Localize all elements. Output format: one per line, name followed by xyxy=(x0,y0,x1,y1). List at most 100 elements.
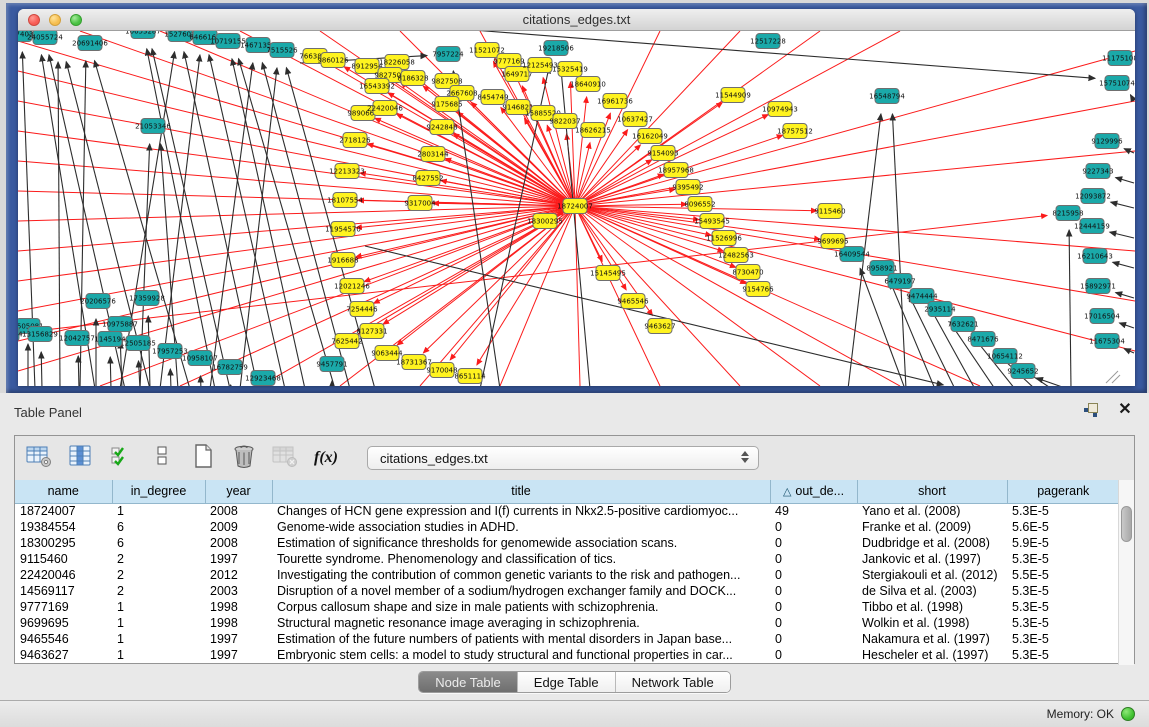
graph-node[interactable]: 12444159 xyxy=(1074,219,1110,234)
graph-node[interactable]: 12517228 xyxy=(750,34,786,49)
graph-node[interactable]: 9227343 xyxy=(1082,164,1113,179)
column-header-name[interactable]: name xyxy=(15,480,112,503)
graph-node[interactable]: 2718126 xyxy=(339,133,371,148)
table-cell-out_degree[interactable]: 0 xyxy=(770,631,857,647)
graph-node[interactable]: 15892971 xyxy=(1080,279,1116,294)
table-cell-title[interactable]: Structural magnetic resonance image aver… xyxy=(272,615,770,631)
show-columns-button[interactable] xyxy=(66,444,94,472)
graph-node[interactable]: 11544909 xyxy=(715,88,751,103)
table-cell-name[interactable]: 18724007 xyxy=(15,503,112,519)
graph-node[interactable]: 9860126 xyxy=(317,53,349,68)
table-selector-dropdown[interactable]: citations_edges.txt xyxy=(367,446,759,470)
table-cell-year[interactable]: 2009 xyxy=(205,519,272,535)
network-canvas[interactable]: 1667403724055724206914061065328715276026… xyxy=(18,31,1135,386)
graph-node[interactable]: 12042757 xyxy=(59,331,95,346)
graph-node[interactable]: 16961736 xyxy=(597,94,633,109)
table-cell-out_degree[interactable]: 49 xyxy=(770,503,857,519)
table-cell-in_degree[interactable]: 1 xyxy=(112,599,205,615)
table-cell-pagerank[interactable]: 5.3E-5 xyxy=(1007,503,1119,519)
graph-node[interactable]: 1145194 xyxy=(94,332,126,347)
graph-node[interactable]: 15145495 xyxy=(590,266,626,281)
graph-node[interactable]: 9245652 xyxy=(1007,364,1038,379)
table-cell-in_degree[interactable]: 1 xyxy=(112,647,205,663)
graph-node[interactable]: 17016504 xyxy=(1084,309,1120,324)
table-cell-in_degree[interactable]: 2 xyxy=(112,583,205,599)
column-header-year[interactable]: year xyxy=(205,480,272,503)
graph-node[interactable]: 8730470 xyxy=(732,265,763,280)
graph-node[interactable]: 9170048 xyxy=(426,363,457,378)
table-cell-name[interactable]: 14569117 xyxy=(15,583,112,599)
graph-node[interactable]: 10653287 xyxy=(125,31,161,39)
graph-node[interactable]: 9465546 xyxy=(617,294,649,309)
graph-node[interactable]: 9129996 xyxy=(1091,134,1123,149)
graph-node[interactable]: 11526996 xyxy=(706,231,742,246)
table-cell-short[interactable]: Franke et al. (2009) xyxy=(857,519,1007,535)
table-cell-title[interactable]: Changes of HCN gene expression and I(f) … xyxy=(272,503,770,519)
graph-node[interactable]: 9457791 xyxy=(316,357,347,372)
table-cell-pagerank[interactable]: 5.3E-5 xyxy=(1007,615,1119,631)
graph-node[interactable]: 15751074 xyxy=(1099,76,1135,91)
table-cell-year[interactable]: 1998 xyxy=(205,615,272,631)
table-cell-year[interactable]: 2012 xyxy=(205,567,272,583)
memory-indicator[interactable] xyxy=(1121,707,1135,721)
window-title-bar[interactable]: citations_edges.txt xyxy=(18,9,1135,31)
graph-node[interactable]: 8471676 xyxy=(967,332,999,347)
column-header-out_degree[interactable]: △out_de... xyxy=(770,480,857,503)
graph-node[interactable]: 12923468 xyxy=(245,371,281,386)
table-row[interactable]: 969969511998Structural magnetic resonanc… xyxy=(15,615,1119,631)
column-header-title[interactable]: title xyxy=(272,480,770,503)
table-cell-out_degree[interactable]: 0 xyxy=(770,567,857,583)
table-row[interactable]: 946362711997Embryonic stem cells: a mode… xyxy=(15,647,1119,663)
table-cell-year[interactable]: 2008 xyxy=(205,535,272,551)
table-cell-short[interactable]: Dudbridge et al. (2008) xyxy=(857,535,1007,551)
table-cell-pagerank[interactable]: 5.3E-5 xyxy=(1007,631,1119,647)
table-cell-title[interactable]: Estimation of the future numbers of pati… xyxy=(272,631,770,647)
table-cell-year[interactable]: 1997 xyxy=(205,647,272,663)
graph-node[interactable]: 9699695 xyxy=(817,234,848,249)
tab-edge-table[interactable]: Edge Table xyxy=(518,672,616,692)
table-cell-pagerank[interactable]: 5.5E-5 xyxy=(1007,567,1119,583)
table-cell-name[interactable]: 22420046 xyxy=(15,567,112,583)
new-table-button[interactable] xyxy=(189,444,217,472)
table-cell-short[interactable]: Jankovic et al. (1997) xyxy=(857,551,1007,567)
graph-node[interactable]: 24055724 xyxy=(27,31,63,45)
graph-node[interactable]: 8454749 xyxy=(477,90,508,105)
column-header-in_degree[interactable]: in_degree xyxy=(112,480,205,503)
table-mode-button[interactable] xyxy=(25,444,53,472)
table-cell-out_degree[interactable]: 0 xyxy=(770,583,857,599)
scrollbar-thumb[interactable] xyxy=(1121,506,1132,542)
table-cell-short[interactable]: Nakamura et al. (1997) xyxy=(857,631,1007,647)
table-row[interactable]: 1830029562008Estimation of significance … xyxy=(15,535,1119,551)
graph-node[interactable]: 12093872 xyxy=(1075,189,1111,204)
graph-node[interactable]: 11175108 xyxy=(1102,51,1135,66)
graph-node[interactable]: 9395492 xyxy=(672,180,703,195)
graph-node[interactable]: 7625442 xyxy=(331,334,362,349)
table-cell-pagerank[interactable]: 5.3E-5 xyxy=(1007,599,1119,615)
table-cell-name[interactable]: 19384554 xyxy=(15,519,112,535)
graph-node[interactable]: 8651114 xyxy=(454,369,486,384)
delete-table-button[interactable] xyxy=(230,444,258,472)
table-cell-in_degree[interactable]: 6 xyxy=(112,519,205,535)
tab-network-table[interactable]: Network Table xyxy=(616,672,730,692)
table-cell-pagerank[interactable]: 5.3E-5 xyxy=(1007,583,1119,599)
table-cell-in_degree[interactable]: 2 xyxy=(112,567,205,583)
graph-node[interactable]: 9317004 xyxy=(404,196,436,211)
graph-node[interactable]: 11675304 xyxy=(1089,334,1125,349)
table-cell-name[interactable]: 9777169 xyxy=(15,599,112,615)
table-row[interactable]: 1938455462009Genome-wide association stu… xyxy=(15,519,1119,535)
graph-node[interactable]: 17359928 xyxy=(129,291,165,306)
table-cell-name[interactable]: 18300295 xyxy=(15,535,112,551)
graph-node[interactable]: 10637427 xyxy=(617,112,653,127)
table-cell-title[interactable]: Embryonic stem cells: a model to study s… xyxy=(272,647,770,663)
table-row[interactable]: 2242004622012Investigating the contribut… xyxy=(15,567,1119,583)
table-cell-short[interactable]: Hescheler et al. (1997) xyxy=(857,647,1007,663)
table-cell-title[interactable]: Genome-wide association studies in ADHD. xyxy=(272,519,770,535)
window-resize-grip[interactable] xyxy=(1106,371,1120,383)
table-row[interactable]: 946554611997Estimation of the future num… xyxy=(15,631,1119,647)
graph-node[interactable]: 20691406 xyxy=(72,36,108,51)
graph-node[interactable]: 7957224 xyxy=(432,47,464,62)
graph-node[interactable]: 16548794 xyxy=(869,89,905,104)
graph-node[interactable]: 2935114 xyxy=(924,302,956,317)
graph-node[interactable]: 7632621 xyxy=(947,317,978,332)
graph-node[interactable]: 20206576 xyxy=(80,294,116,309)
